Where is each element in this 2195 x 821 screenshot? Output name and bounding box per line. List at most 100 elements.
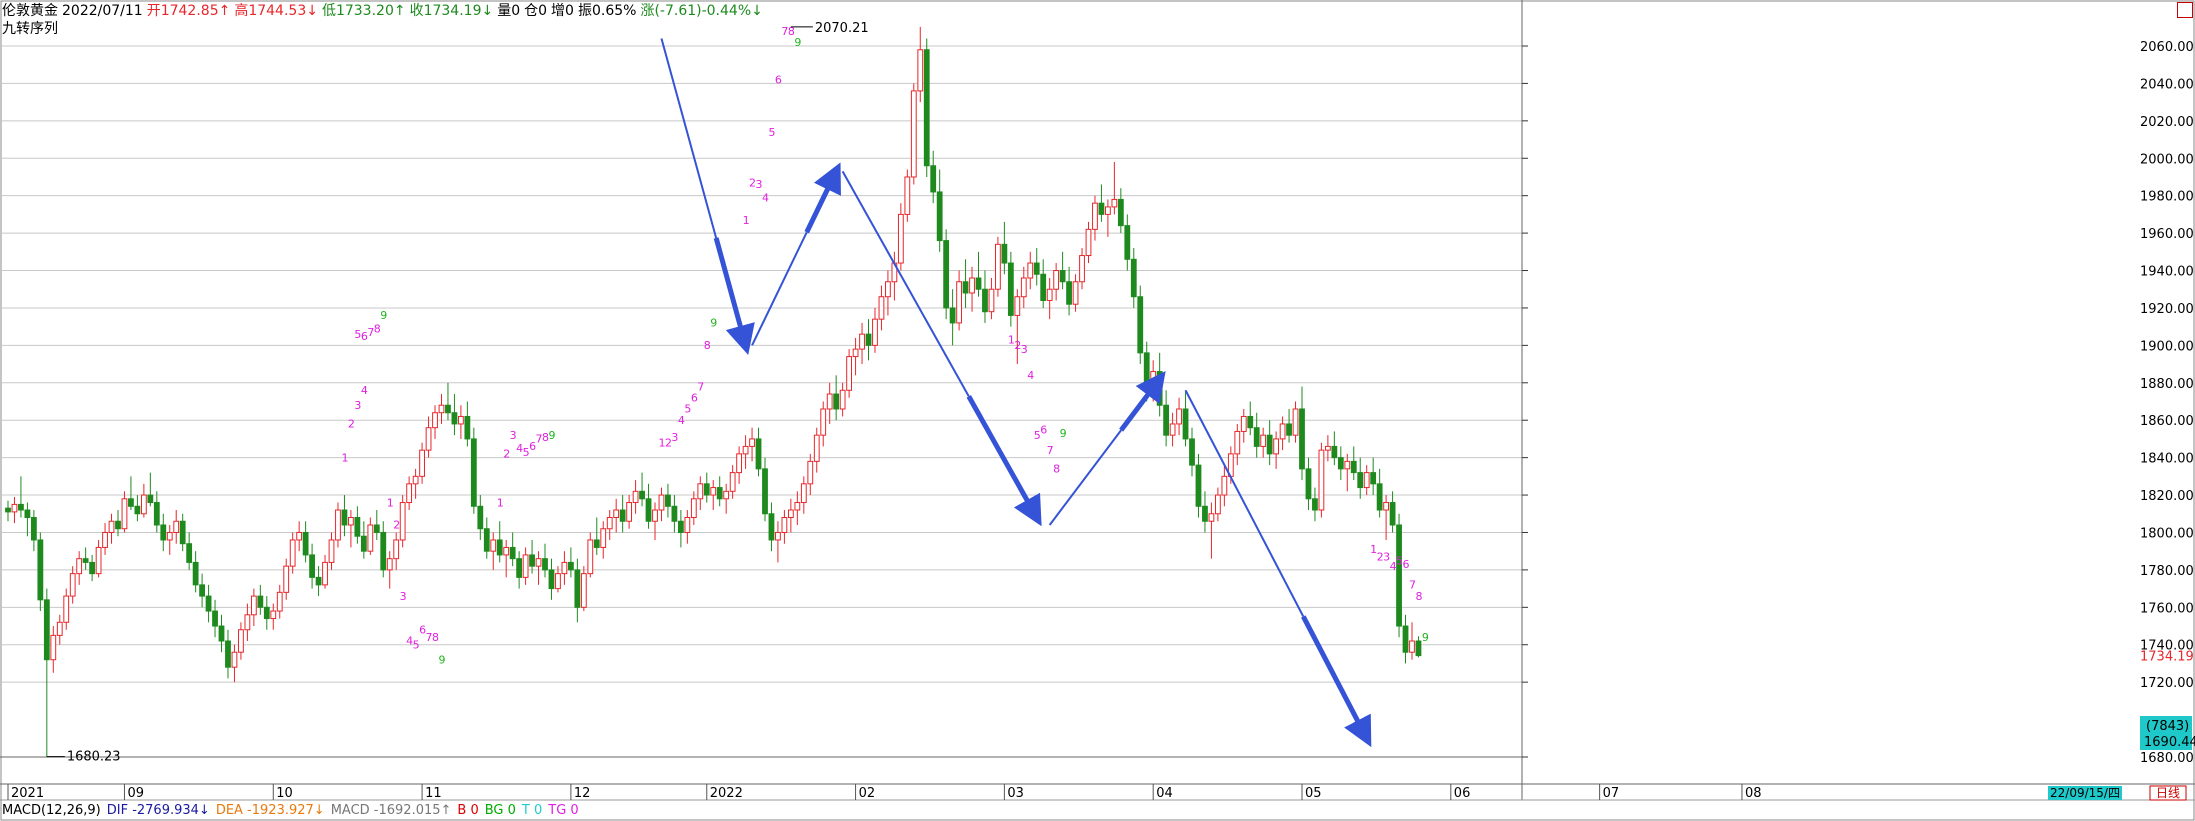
candle-down [218, 625, 225, 642]
macd-name: MACD(12,26,9) [2, 803, 101, 818]
candle-down [755, 438, 762, 470]
candle-down [1130, 258, 1137, 298]
candle-up [69, 573, 76, 597]
macd-dif: DIF -2769.934↓ [106, 803, 210, 818]
candle-down [703, 483, 710, 496]
sequence-number: 3 [400, 590, 407, 603]
candle-up [1221, 475, 1228, 496]
candle-up [807, 460, 814, 485]
y-tick-label: 1820.00 [2140, 489, 2194, 504]
candle-down [18, 503, 24, 511]
sequence-number: 9 [380, 309, 387, 322]
candle-up [555, 573, 561, 590]
indicator-title: 九转序列 [2, 21, 58, 37]
candle-up [1292, 408, 1299, 436]
y-tick-label: 2040.00 [2140, 77, 2194, 92]
candle-up [626, 502, 633, 522]
candle-up [969, 277, 975, 294]
sequence-number: 4 [762, 191, 769, 204]
candle-up [458, 415, 464, 425]
sequence-number: 3 [1021, 343, 1028, 356]
candle-down [1299, 408, 1305, 470]
candle-down [24, 509, 31, 519]
candle-up [102, 531, 108, 548]
candle-down [1389, 502, 1396, 526]
window-corner-button[interactable] [2177, 2, 2193, 18]
candle-up [878, 296, 885, 320]
candle-down [199, 584, 205, 597]
candle-down [542, 558, 548, 571]
candle-down [1007, 262, 1014, 316]
candle-up [839, 389, 846, 410]
candle-up [1169, 423, 1176, 436]
date-tag: 22/09/15/四 [2050, 786, 2120, 800]
candle-up [63, 595, 70, 623]
candle-down [179, 520, 186, 545]
y-tick-label: 1880.00 [2140, 377, 2194, 392]
high-price: 高1744.53↓ [234, 3, 318, 19]
candle-down [309, 554, 315, 578]
sequence-number: 6 [1403, 558, 1410, 571]
candle-up [1318, 449, 1325, 511]
candle-up [729, 472, 736, 492]
candle-down [82, 558, 89, 563]
candle-down [1253, 427, 1260, 447]
y-tick-label: 2060.00 [2140, 40, 2194, 55]
sequence-number: 8 [432, 631, 439, 644]
candle-down [949, 307, 956, 324]
candle-up [852, 348, 859, 358]
candle-down [1156, 371, 1163, 406]
candle-down [263, 606, 270, 620]
candle-up [1409, 640, 1415, 653]
candle-up [1214, 494, 1221, 515]
x-tick-label: 07 [1603, 786, 1620, 801]
y-tick-label: 1960.00 [2140, 227, 2194, 242]
candle-up [846, 356, 853, 391]
candle-up [335, 509, 341, 541]
y-tick-label: 1860.00 [2140, 414, 2194, 429]
y-tick-label: 1840.00 [2140, 452, 2194, 467]
candle-up [742, 445, 749, 455]
sequence-number: 8 [374, 322, 381, 335]
candle-down [147, 494, 154, 504]
candle-down [1124, 225, 1131, 260]
candle-up [1208, 513, 1215, 522]
candle-up [276, 591, 283, 612]
y-tick-label: 1780.00 [2140, 564, 2194, 579]
y-tick-label: 1980.00 [2140, 190, 2194, 205]
candle-down [639, 490, 645, 500]
candle-up [419, 449, 425, 477]
sequence-number: 5 [413, 638, 420, 651]
x-tick-label: 02 [859, 786, 876, 801]
y-tick-label: 1680.00 [2140, 751, 2194, 766]
current-price-label: 1734.19 [2140, 650, 2194, 665]
sequence-number: 1 [387, 496, 394, 509]
candlestick-chart[interactable]: 2060.00 2040.00 2020.00 2000.00 1980.00 1960.… [0, 0, 2195, 821]
chart-frame [0, 0, 2195, 821]
cursor-count: (7843) [2146, 719, 2189, 734]
candle-up [587, 539, 594, 575]
candle-down [1286, 423, 1292, 436]
macd-tg: TG 0 [548, 803, 579, 818]
candle-down [1312, 498, 1318, 511]
candle-up [723, 490, 730, 500]
low-price: 低1733.20↑ [321, 3, 406, 19]
candle-up [1072, 281, 1079, 305]
candle-up [367, 524, 374, 552]
candle-up [897, 213, 904, 264]
candle-up [425, 427, 432, 451]
sequence-number: 6 [1040, 423, 1047, 436]
candle-up [535, 558, 542, 567]
candle-down [1331, 445, 1338, 459]
low-annotation: 1680.23 [67, 750, 121, 765]
y-tick-label: 1720.00 [2140, 676, 2194, 691]
candle-up [658, 494, 665, 511]
sequence-number: 4 [678, 414, 685, 427]
candle-up [399, 502, 406, 541]
candle-down [37, 539, 44, 601]
x-tick-label: 04 [1156, 786, 1173, 801]
candle-down [205, 595, 212, 612]
candle-down [567, 561, 574, 571]
candle-down [5, 507, 11, 513]
candle-down [1202, 505, 1208, 522]
